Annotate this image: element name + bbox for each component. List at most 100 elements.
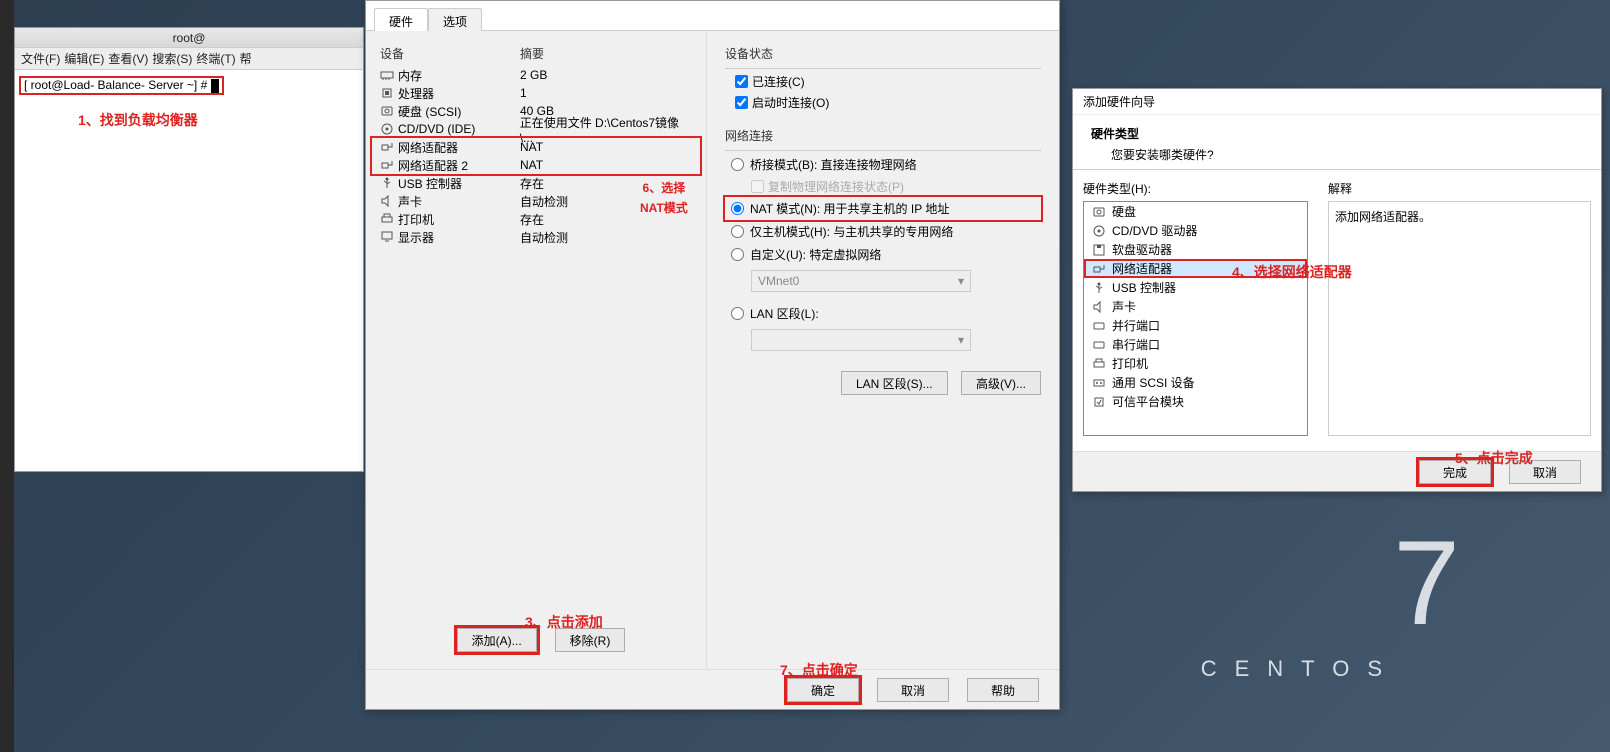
hardware-summary: 存在: [520, 175, 544, 192]
hardware-name: USB 控制器: [398, 175, 462, 192]
checkbox-connect-at-power-on[interactable]: 启动时连接(O): [725, 92, 1041, 113]
menu-terminal[interactable]: 终端(T): [196, 48, 235, 69]
wizard-item-prn[interactable]: 打印机: [1084, 354, 1307, 373]
custom-vmnet-select: VMnet0▾: [751, 270, 971, 292]
hardware-name: 网络适配器: [398, 139, 458, 156]
net-icon: [1092, 262, 1106, 276]
wizard-banner: 硬件类型 您要安装哪类硬件?: [1073, 115, 1601, 170]
hardware-row-cpu[interactable]: 处理器1: [372, 84, 700, 102]
help-button[interactable]: 帮助: [967, 678, 1039, 702]
wizard-item-label: 硬盘: [1112, 203, 1136, 220]
hardware-name: 网络适配器 2: [398, 157, 468, 174]
centos-7-number: 7: [1393, 514, 1460, 652]
menu-help-trunc[interactable]: 帮: [240, 48, 252, 69]
wizard-item-hdd[interactable]: 硬盘: [1084, 202, 1307, 221]
wizard-item-label: 网络适配器: [1112, 260, 1172, 277]
tpm-icon: [1092, 395, 1106, 409]
hardware-row-disp[interactable]: 显示器 自动检测: [372, 228, 700, 246]
net-icon: [380, 158, 394, 172]
net-icon: [380, 140, 394, 154]
hardware-summary: NAT: [520, 140, 543, 154]
explanation-label: 解释: [1328, 176, 1591, 201]
centos-text: CENTOS: [1201, 656, 1400, 682]
network-connection-title: 网络连接: [725, 127, 1041, 144]
hardware-summary: 2 GB: [520, 68, 547, 82]
cpu-icon: [380, 86, 394, 100]
scsi-icon: [1092, 376, 1106, 390]
wizard-item-label: 声卡: [1112, 298, 1136, 315]
hardware-type-list[interactable]: 硬盘CD/DVD 驱动器软盘驱动器网络适配器 USB 控制器声卡并行端口串行端口打…: [1083, 201, 1308, 436]
hardware-list-pane: 设备 摘要 内存2 GB处理器1硬盘 (SCSI)40 GBCD/DVD (ID…: [366, 31, 706, 669]
highlighted-network-adapters: 网络适配器 NAT 网络适配器 2 NAT: [372, 138, 700, 174]
wizard-item-port[interactable]: 并行端口: [1084, 316, 1307, 335]
radio-host-only[interactable]: 仅主机模式(H): 与主机共享的专用网络: [725, 220, 1041, 243]
wizard-item-label: 串行端口: [1112, 336, 1160, 353]
usb-icon: [380, 176, 394, 190]
wizard-item-scsi[interactable]: 通用 SCSI 设备: [1084, 373, 1307, 392]
tab-hardware[interactable]: 硬件: [374, 8, 428, 31]
hardware-name: 内存: [398, 67, 422, 84]
wizard-item-tpm[interactable]: 可信平台模块: [1084, 392, 1307, 411]
wizard-item-snd[interactable]: 声卡: [1084, 297, 1307, 316]
wizard-item-floppy[interactable]: 软盘驱动器: [1084, 240, 1307, 259]
advanced-button[interactable]: 高级(V)...: [961, 371, 1041, 395]
disp-icon: [380, 230, 394, 244]
hardware-name: 打印机: [398, 211, 434, 228]
taskbar-fragment: [0, 0, 14, 752]
annotation-1: 1、找到负载均衡器: [78, 110, 198, 130]
terminal-menubar[interactable]: 文件(F) 编辑(E) 查看(V) 搜索(S) 终端(T) 帮: [15, 48, 363, 70]
radio-nat[interactable]: NAT 模式(N): 用于共享主机的 IP 地址: [725, 197, 1041, 220]
wizard-item-label: 软盘驱动器: [1112, 241, 1172, 258]
menu-view[interactable]: 查看(V): [108, 48, 148, 69]
terminal-prompt: [ root@Load- Balance- Server ~] #: [19, 76, 224, 95]
menu-search[interactable]: 搜索(S): [152, 48, 192, 69]
checkbox-connected[interactable]: 已连接(C): [725, 71, 1041, 92]
hardware-row-mem[interactable]: 内存 2 GB: [372, 66, 700, 84]
annotation-7: 7、点击确定: [780, 660, 858, 680]
terminal-title: root@: [15, 28, 363, 48]
floppy-icon: [1092, 243, 1106, 257]
wizard-item-label: USB 控制器: [1112, 279, 1176, 296]
cancel-button[interactable]: 取消: [877, 678, 949, 702]
hardware-list-header: 设备 摘要: [372, 41, 700, 66]
hdd-icon: [380, 104, 394, 118]
ok-button[interactable]: 确定: [787, 678, 859, 702]
wizard-item-label: 可信平台模块: [1112, 393, 1184, 410]
radio-custom[interactable]: 自定义(U): 特定虚拟网络: [725, 243, 1041, 266]
hardware-detail-pane: 设备状态 已连接(C) 启动时连接(O) 网络连接 桥接模式(B): 直接连接物…: [706, 31, 1059, 669]
vm-settings-dialog: 硬件 选项 设备 摘要 内存2 GB处理器1硬盘 (SCSI)40 GBCD/D…: [365, 0, 1060, 710]
menu-edit[interactable]: 编辑(E): [64, 48, 104, 69]
radio-lan-segment[interactable]: LAN 区段(L):: [725, 302, 1041, 325]
hardware-row-cd[interactable]: CD/DVD (IDE)正在使用文件 D:\Centos7镜像\...: [372, 120, 700, 138]
wizard-item-label: 打印机: [1112, 355, 1148, 372]
wizard-item-cd[interactable]: CD/DVD 驱动器: [1084, 221, 1307, 240]
device-status-title: 设备状态: [725, 45, 1041, 62]
hardware-name: 处理器: [398, 85, 434, 102]
hardware-name: CD/DVD (IDE): [398, 122, 475, 136]
annotation-3: 3、点击添加: [525, 612, 603, 632]
prn-icon: [1092, 357, 1106, 371]
terminal-body[interactable]: [ root@Load- Balance- Server ~] #: [15, 70, 363, 471]
add-hardware-wizard: 添加硬件向导 硬件类型 您要安装哪类硬件? 硬件类型(H): 硬盘CD/DVD …: [1072, 88, 1602, 492]
radio-bridged[interactable]: 桥接模式(B): 直接连接物理网络: [725, 153, 1041, 176]
menu-file[interactable]: 文件(F): [21, 48, 60, 69]
hardware-name: 硬盘 (SCSI): [398, 103, 461, 120]
hardware-row-net[interactable]: 网络适配器 NAT: [372, 138, 700, 156]
explanation-box: 添加网络适配器。: [1328, 201, 1591, 436]
annotation-4: 4、选择网络适配器: [1232, 262, 1352, 282]
hardware-summary: 存在: [520, 211, 544, 228]
wizard-item-label: 通用 SCSI 设备: [1112, 374, 1195, 391]
checkbox-replicate-state: 复制物理网络连接状态(P): [725, 176, 1041, 197]
lan-segments-button[interactable]: LAN 区段(S)...: [841, 371, 948, 395]
prn-icon: [380, 212, 394, 226]
hardware-name: 显示器: [398, 229, 434, 246]
wizard-title: 添加硬件向导: [1073, 89, 1601, 115]
mem-icon: [380, 68, 394, 82]
snd-icon: [380, 194, 394, 208]
tab-options[interactable]: 选项: [428, 8, 482, 31]
hardware-summary: 自动检测: [520, 229, 568, 246]
snd-icon: [1092, 300, 1106, 314]
wizard-item-port[interactable]: 串行端口: [1084, 335, 1307, 354]
hardware-summary: NAT: [520, 158, 543, 172]
hardware-row-net[interactable]: 网络适配器 2 NAT: [372, 156, 700, 174]
